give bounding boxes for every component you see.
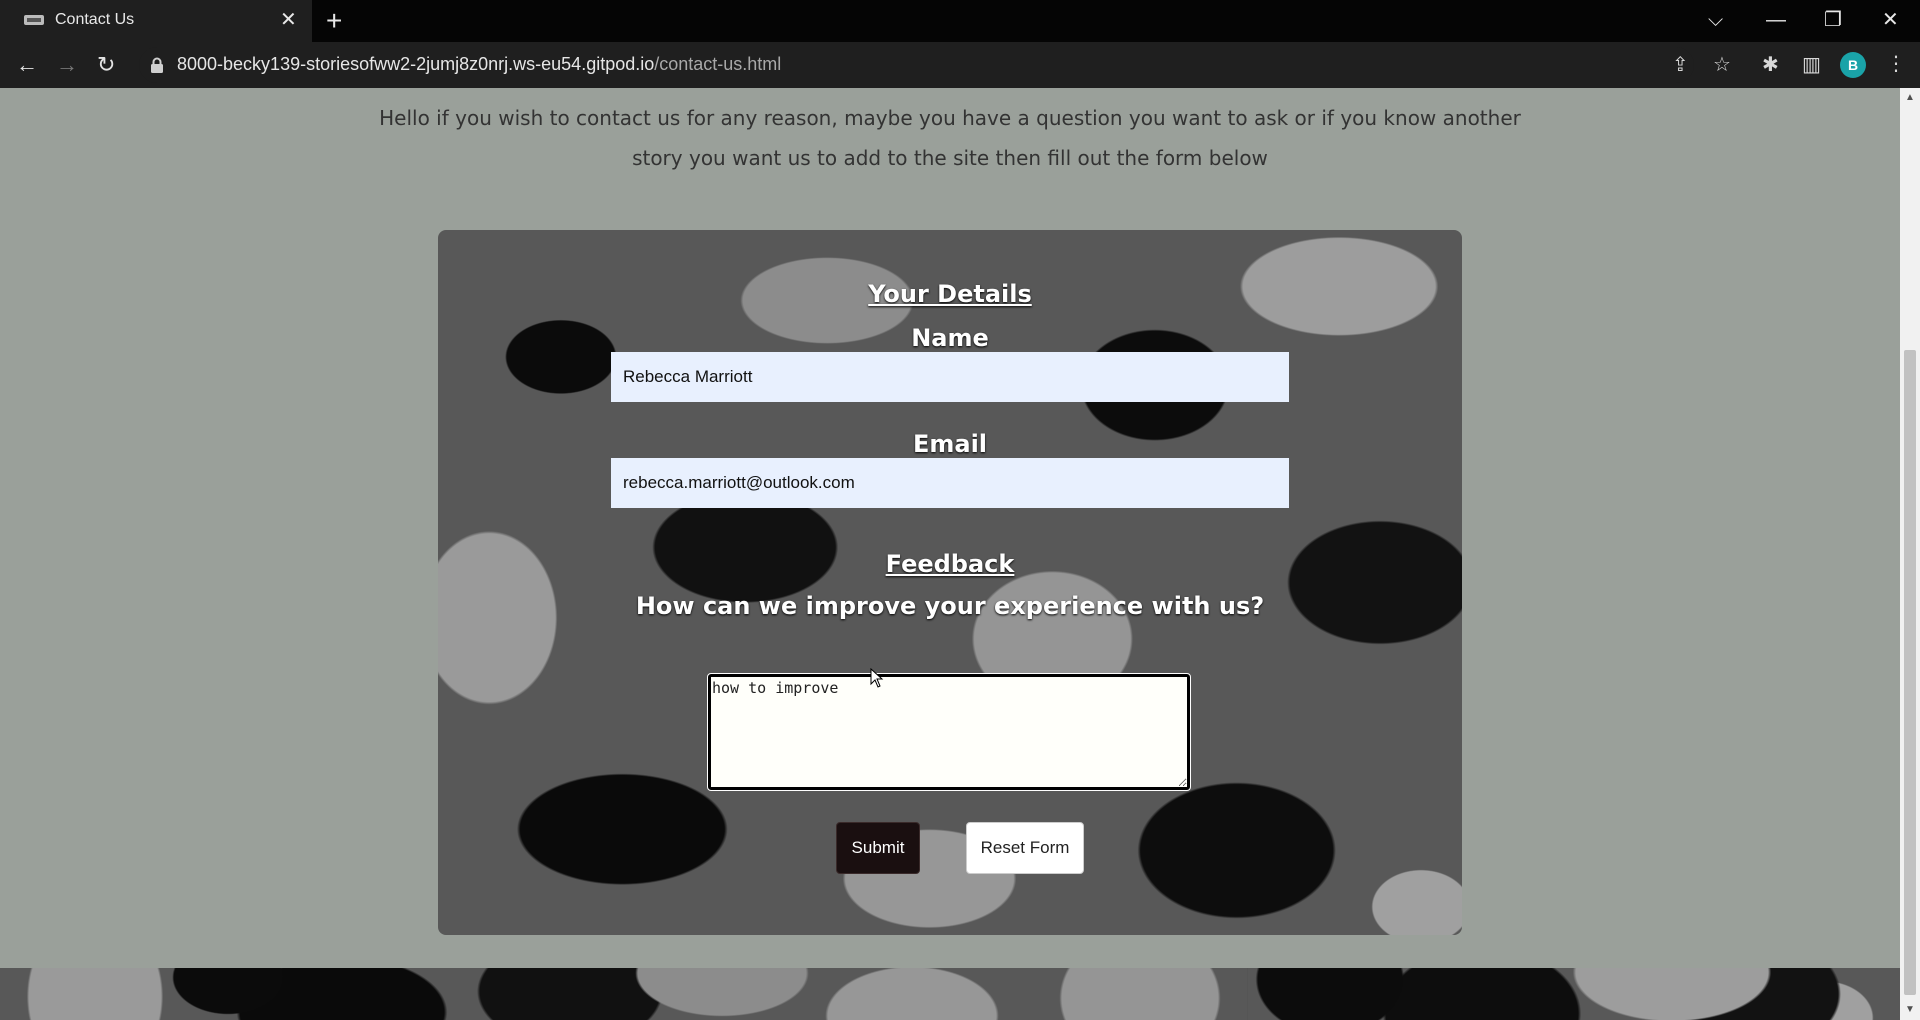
browser-menu-icon[interactable]: ⋮: [1886, 52, 1906, 76]
window-close-icon[interactable]: ✕: [1882, 6, 1899, 34]
url-path: /contact-us.html: [654, 54, 782, 74]
feedback-textarea[interactable]: how to improve: [707, 673, 1191, 791]
footer-divider: [1247, 968, 1248, 1020]
new-tab-icon[interactable]: +: [326, 7, 342, 35]
contact-form: Your Details Name Email Feedback How can…: [438, 230, 1462, 935]
forward-arrow-icon[interactable]: →: [56, 51, 78, 79]
scrollbar-thumb[interactable]: [1904, 350, 1916, 995]
side-panel-icon[interactable]: ▥: [1802, 53, 1821, 77]
browser-titlebar: Contact Us ✕ + ⌵ — ❐ ✕: [0, 0, 1920, 42]
browser-tab-contact-us[interactable]: Contact Us ✕: [0, 0, 312, 42]
lock-icon[interactable]: [150, 57, 164, 73]
feedback-question-label: How can we improve your experience with …: [635, 592, 1265, 620]
back-arrow-icon[interactable]: ←: [16, 51, 38, 79]
name-label: Name: [911, 324, 989, 352]
share-icon[interactable]: ⇪: [1672, 54, 1689, 76]
reset-form-button[interactable]: Reset Form: [966, 822, 1084, 874]
intro-text: Hello if you wish to contact us for any …: [379, 106, 1521, 170]
scroll-down-arrow-icon[interactable]: ▼: [1905, 1004, 1915, 1015]
restore-icon[interactable]: ❐: [1824, 6, 1842, 34]
contact-form-card: Your Details Name Email Feedback How can…: [438, 230, 1462, 935]
tab-close-icon[interactable]: ✕: [280, 8, 297, 32]
feedback-heading: Feedback: [885, 550, 1015, 578]
page-favicon-icon: [24, 15, 44, 25]
bookmark-star-icon[interactable]: ☆: [1713, 54, 1731, 76]
url-host: 8000-becky139-storiesofww2-2jumj8z0nrj.w…: [177, 54, 655, 74]
url-text[interactable]: 8000-becky139-storiesofww2-2jumj8z0nrj.w…: [177, 54, 781, 75]
extensions-puzzle-icon[interactable]: ✱: [1762, 53, 1779, 77]
name-input[interactable]: [611, 352, 1289, 402]
footer-camo-band: [0, 968, 1900, 1020]
email-label: Email: [912, 430, 988, 458]
scroll-up-arrow-icon[interactable]: ▲: [1905, 92, 1915, 103]
email-input[interactable]: [611, 458, 1289, 508]
your-details-heading: Your Details: [868, 280, 1032, 308]
reload-icon[interactable]: ↻: [97, 51, 115, 79]
tab-title: Contact Us: [55, 11, 135, 28]
tab-search-chevron-icon[interactable]: ⌵: [1708, 6, 1723, 34]
profile-avatar[interactable]: B: [1840, 52, 1866, 78]
submit-button[interactable]: Submit: [836, 822, 920, 874]
mouse-pointer-icon: [870, 668, 884, 688]
page-viewport: Hello if you wish to contact us for any …: [0, 88, 1900, 1020]
minimize-icon[interactable]: —: [1766, 6, 1786, 34]
